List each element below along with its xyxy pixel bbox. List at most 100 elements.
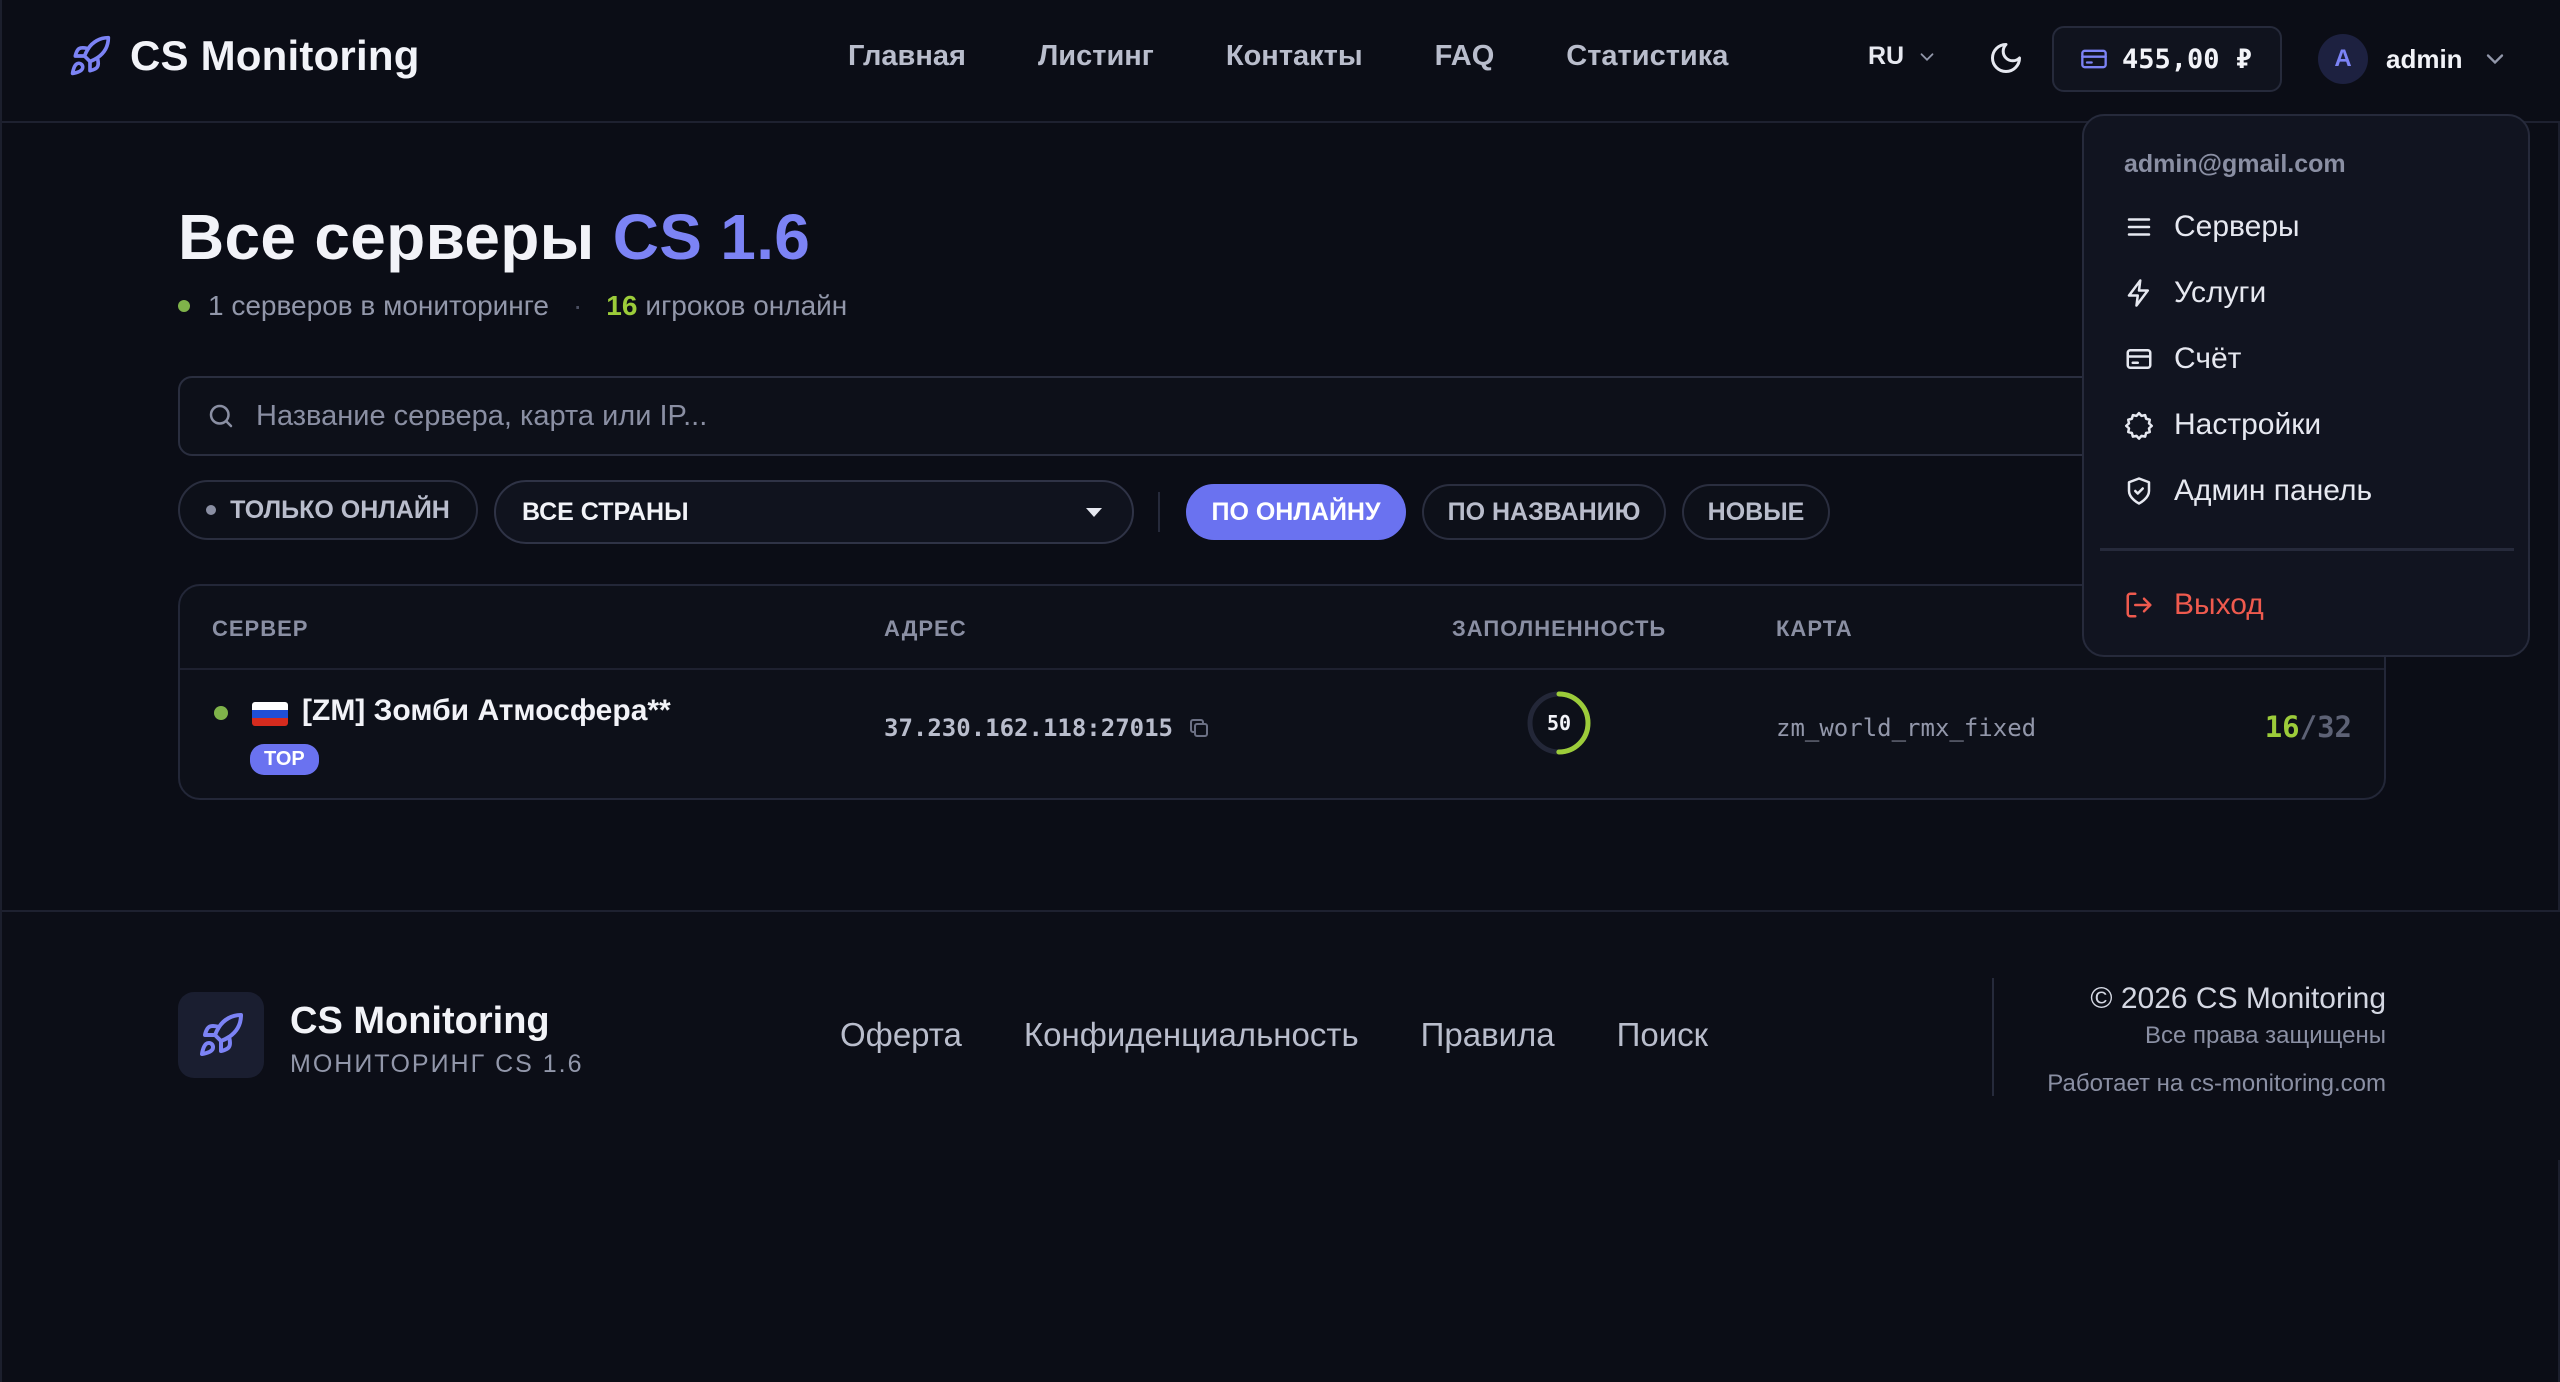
nav-statistics[interactable]: Статистика — [1566, 40, 1728, 73]
players-count: 16 — [606, 290, 638, 321]
footer-logo[interactable] — [178, 992, 264, 1078]
country-select[interactable]: ВСЕ СТРАНЫ — [494, 480, 1134, 544]
footer-link-offer[interactable]: Оферта — [840, 1016, 962, 1054]
language-label: RU — [1868, 42, 1905, 70]
user-email: admin@gmail.com — [2124, 150, 2346, 178]
footer-copyright-block: © 2026 CS Monitoring Все права защищены … — [2047, 982, 2386, 1098]
menu-item-label: Настройки — [2174, 408, 2322, 441]
moon-icon — [1988, 40, 2028, 76]
lightning-icon — [2124, 278, 2154, 308]
menu-item-settings[interactable]: Настройки — [2124, 408, 2321, 442]
server-name[interactable]: [ZM] Зомби Атмосфера** — [302, 694, 671, 728]
footer: CS Monitoring МОНИТОРИНГ CS 1.6 Оферта К… — [2, 910, 2560, 1160]
copyright: © 2026 CS Monitoring — [2090, 982, 2386, 1015]
menu-divider — [2100, 548, 2514, 551]
user-name: admin — [2386, 43, 2463, 74]
only-online-toggle[interactable]: ТОЛЬКО ОНЛАЙН — [178, 480, 478, 540]
page-title: Все серверы CS 1.6 — [178, 200, 810, 274]
language-selector[interactable]: RU — [1868, 42, 1938, 71]
players-label: игроков онлайн — [645, 290, 848, 321]
players-separator: / — [2299, 710, 2318, 744]
fill-gauge: 50 — [1524, 688, 1594, 758]
title-text: Все серверы — [178, 201, 595, 273]
logout-label: Выход — [2174, 588, 2264, 621]
footer-subtitle: МОНИТОРИНГ CS 1.6 — [290, 1050, 584, 1078]
menu-item-label: Админ панель — [2174, 474, 2373, 507]
card-icon — [2124, 344, 2154, 374]
map-name: zm_world_rmx_fixed — [1776, 714, 2037, 742]
caret-down-icon — [1086, 508, 1102, 517]
server-status-dot — [214, 706, 228, 720]
theme-toggle[interactable] — [1988, 40, 2028, 80]
menu-item-servers[interactable]: Серверы — [2124, 210, 2300, 244]
server-address-text: 37.230.162.118:27015 — [884, 714, 1173, 742]
separator-dot: · — [572, 290, 583, 321]
menu-item-label: Серверы — [2174, 210, 2300, 243]
menu-item-admin-panel[interactable]: Админ панель — [2124, 474, 2372, 508]
page: CS Monitoring Главная Листинг Контакты F… — [0, 0, 2560, 1382]
footer-link-search[interactable]: Поиск — [1617, 1016, 1708, 1054]
copy-icon[interactable] — [1187, 716, 1211, 740]
online-dot — [178, 300, 190, 312]
shield-icon — [2124, 476, 2154, 506]
russia-flag-icon — [252, 702, 288, 726]
nav-faq[interactable]: FAQ — [1435, 40, 1495, 73]
footer-brand: CS Monitoring — [290, 1000, 550, 1042]
footer-link-privacy[interactable]: Конфиденциальность — [1024, 1016, 1359, 1054]
avatar: A — [2318, 34, 2368, 84]
server-address: 37.230.162.118:27015 — [884, 714, 1211, 742]
column-header-address: АДРЕС — [884, 616, 967, 641]
table-row[interactable]: [ZM] Зомби Атмосфера** TOP 37.230.162.11… — [180, 670, 2384, 800]
column-header-fill: ЗАПОЛНЕННОСТЬ — [1452, 616, 1667, 641]
logout-button[interactable]: Выход — [2124, 588, 2264, 622]
nav-contacts[interactable]: Контакты — [1226, 40, 1363, 73]
logo[interactable]: CS Monitoring — [68, 32, 420, 80]
balance-button[interactable]: 455,00 ₽ — [2052, 26, 2282, 92]
user-menu-toggle[interactable]: A admin — [2318, 34, 2509, 84]
header: CS Monitoring Главная Листинг Контакты F… — [2, 0, 2560, 123]
brand-name: CS Monitoring — [130, 32, 420, 79]
sort-new-button[interactable]: НОВЫЕ — [1682, 484, 1830, 540]
search-input[interactable] — [256, 399, 2056, 433]
logout-icon — [2124, 590, 2154, 620]
balance-value: 455,00 ₽ — [2122, 43, 2253, 75]
search-icon — [206, 401, 236, 431]
footer-link-rules[interactable]: Правила — [1421, 1016, 1555, 1054]
nav-listing[interactable]: Листинг — [1038, 40, 1154, 73]
country-select-value: ВСЕ СТРАНЫ — [522, 497, 689, 526]
menu-item-label: Услуги — [2174, 276, 2267, 309]
user-dropdown: admin@gmail.com Серверы Услуги Счёт Наст… — [2082, 114, 2530, 657]
chevron-down-icon — [1916, 46, 1938, 68]
column-header-map: КАРТА — [1776, 616, 1853, 641]
servers-table: СЕРВЕР АДРЕС ЗАПОЛНЕННОСТЬ КАРТА [ZM] Зо… — [178, 584, 2386, 800]
fill-value: 50 — [1546, 711, 1572, 735]
main-nav: Главная Листинг Контакты FAQ Статистика — [848, 40, 1728, 73]
players-online: 16 — [2264, 710, 2300, 744]
status-dot — [206, 505, 217, 515]
players-counter: 16/32 — [2265, 710, 2352, 744]
rights-reserved: Все права защищены — [2144, 1022, 2386, 1049]
chevron-down-icon — [2481, 45, 2509, 73]
top-badge: TOP — [250, 744, 319, 775]
search-box — [178, 376, 2378, 456]
sort-by-online-button[interactable]: ПО ОНЛАЙНУ — [1186, 484, 1406, 540]
sort-by-name-button[interactable]: ПО НАЗВАНИЮ — [1422, 484, 1666, 540]
rocket-icon — [197, 1011, 245, 1059]
wallet-icon — [2080, 45, 2108, 73]
menu-item-label: Счёт — [2174, 342, 2242, 375]
only-online-label: ТОЛЬКО ОНЛАЙН — [230, 495, 450, 524]
sort-label: НОВЫЕ — [1707, 497, 1805, 526]
sort-label: ПО НАЗВАНИЮ — [1447, 497, 1641, 526]
players-max: 32 — [2317, 710, 2352, 744]
column-header-server: СЕРВЕР — [212, 616, 309, 641]
footer-links: Оферта Конфиденциальность Правила Поиск — [840, 1016, 1708, 1054]
stats-line: 1 серверов в мониторинге · 16 игроков он… — [178, 290, 847, 322]
list-icon — [2124, 212, 2154, 242]
footer-divider — [1992, 978, 1994, 1096]
nav-home[interactable]: Главная — [848, 40, 966, 73]
menu-item-services[interactable]: Услуги — [2124, 276, 2266, 310]
powered-by[interactable]: Работает на cs-monitoring.com — [2047, 1070, 2386, 1098]
sort-label: ПО ОНЛАЙНУ — [1211, 497, 1381, 526]
title-accent: CS 1.6 — [612, 201, 811, 273]
menu-item-invoice[interactable]: Счёт — [2124, 342, 2241, 376]
